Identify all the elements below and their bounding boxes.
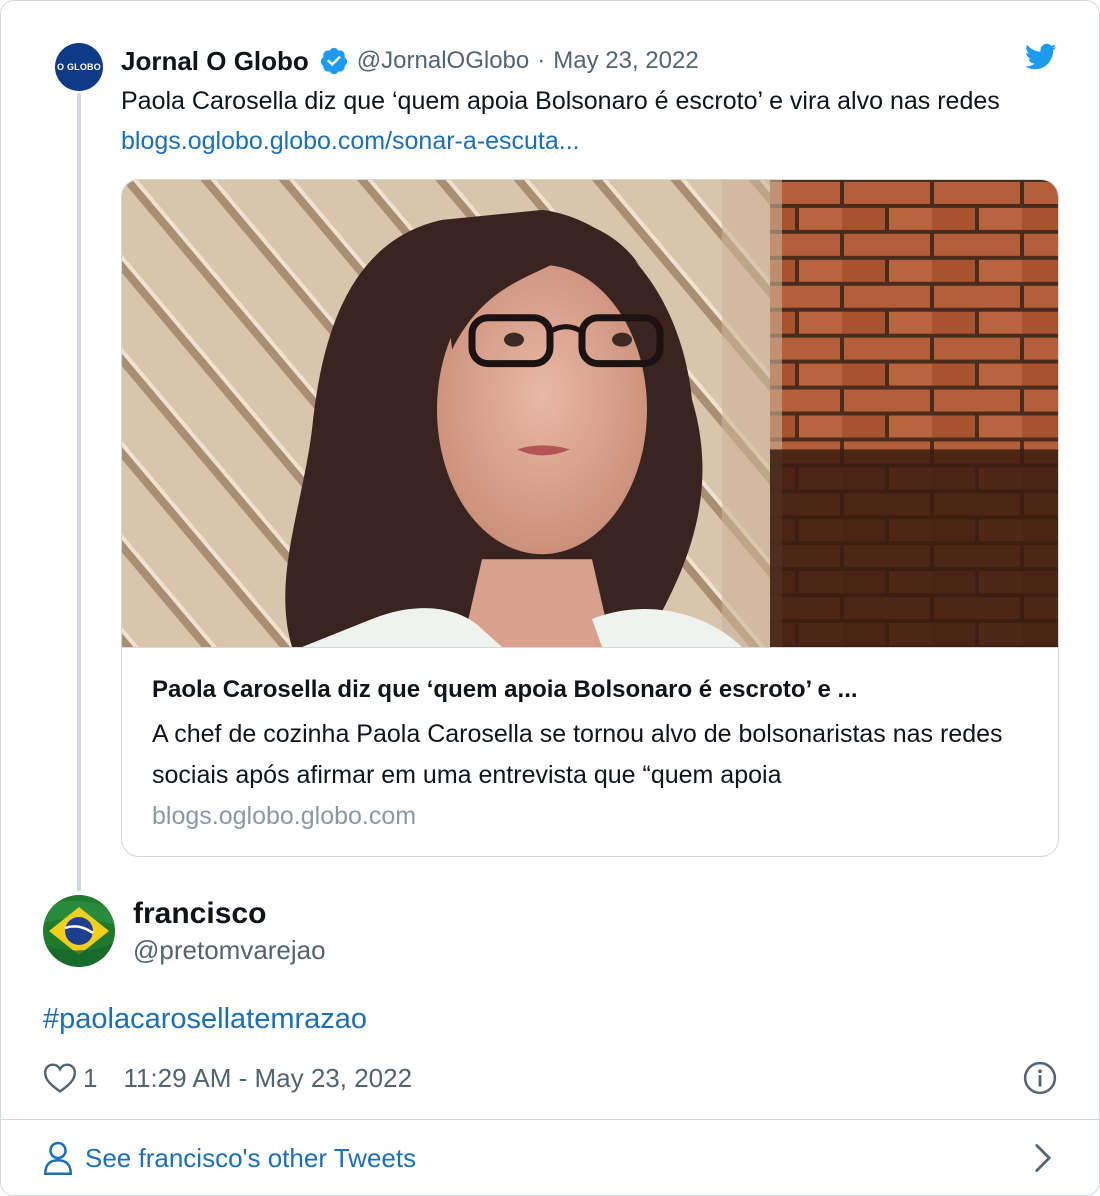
footer-divider: [1, 1119, 1099, 1120]
thread-line: [77, 93, 81, 891]
card-image: [122, 180, 1058, 648]
francisco-avatar[interactable]: [43, 895, 115, 967]
reply-author-name[interactable]: francisco: [133, 895, 266, 933]
avatar-logo-text: O GLOBO: [57, 62, 101, 72]
see-other-tweets-row[interactable]: See francisco's other Tweets: [43, 1137, 416, 1179]
parent-tweet-header: Jornal O Globo @JornalOGlobo · May 23, 2…: [121, 43, 699, 79]
card-domain: blogs.oglobo.globo.com: [152, 802, 417, 830]
parent-tweet-body: Paola Carosella diz que ‘quem apoia Bols…: [121, 87, 1000, 115]
chevron-right-icon[interactable]: [1033, 1143, 1053, 1173]
parent-date[interactable]: May 23, 2022: [553, 47, 698, 75]
dot-separator: ·: [537, 47, 546, 74]
tweet-meta-row: 1 11:29 AM - May 23, 2022: [43, 1057, 412, 1099]
verified-badge-icon: [320, 47, 347, 75]
reply-handle[interactable]: @pretomvarejao: [133, 933, 326, 967]
card-description: A chef de cozinha Paola Carosella se tor…: [152, 720, 1003, 789]
parent-tweet-link[interactable]: blogs.oglobo.globo.com/sonar-a-escuta...: [121, 127, 580, 155]
parent-tweet-text: Paola Carosella diz que ‘quem apoia Bols…: [121, 81, 1061, 161]
user-icon: [43, 1141, 73, 1176]
card-title[interactable]: Paola Carosella diz que ‘quem apoia Bols…: [152, 672, 1032, 708]
info-icon[interactable]: [1023, 1061, 1057, 1095]
embedded-tweet: O GLOBO Jornal O Globo @JornalOGlobo · M…: [0, 0, 1100, 1196]
see-other-tweets-link[interactable]: See francisco's other Tweets: [85, 1143, 416, 1174]
twitter-bird-icon[interactable]: [1025, 43, 1057, 71]
parent-handle[interactable]: @JornalOGlobo: [357, 47, 529, 75]
like-count: 1: [83, 1062, 98, 1093]
hashtag-link[interactable]: #paolacarosellatemrazao: [43, 999, 367, 1039]
link-preview-card[interactable]: Paola Carosella diz que ‘quem apoia Bols…: [121, 179, 1059, 857]
parent-author-name[interactable]: Jornal O Globo: [121, 46, 309, 77]
reply-timestamp[interactable]: 11:29 AM - May 23, 2022: [123, 1063, 412, 1094]
jornal-o-globo-avatar[interactable]: O GLOBO: [55, 43, 103, 91]
heart-icon[interactable]: [43, 1062, 77, 1094]
